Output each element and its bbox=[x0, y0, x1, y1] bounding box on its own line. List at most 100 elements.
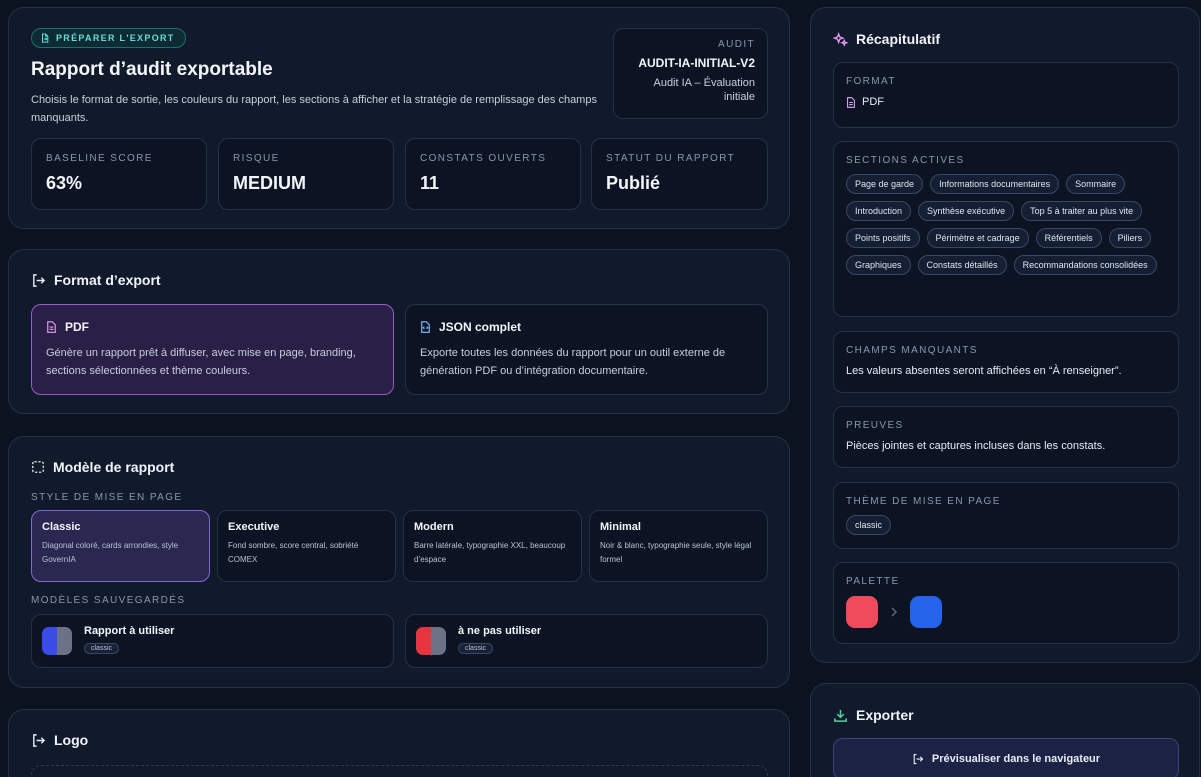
summary-format-card: FORMAT PDF bbox=[833, 62, 1179, 128]
prepare-export-badge: PRÉPARER L'EXPORT bbox=[31, 28, 186, 48]
model-color-swatch bbox=[416, 627, 446, 655]
summary-palette-card: PALETTE bbox=[833, 562, 1179, 644]
style-desc: Noir & blanc, typographie seule, style l… bbox=[600, 541, 752, 564]
stat-value: Publié bbox=[606, 173, 661, 193]
style-name: Modern bbox=[414, 521, 454, 533]
style-option-classic[interactable]: Classic Diagonal coloré, cards arrondies… bbox=[31, 510, 210, 582]
format-option-desc: Exporte toutes les données du rapport po… bbox=[420, 347, 726, 377]
model-section-title: Modèle de rapport bbox=[31, 459, 174, 475]
stat-baseline-score: BASELINE SCORE 63% bbox=[31, 138, 207, 210]
download-icon bbox=[833, 708, 848, 723]
export-format-panel: Format d’export PDF Génère un rapport pr… bbox=[8, 249, 790, 414]
audit-label: AUDIT bbox=[718, 39, 755, 50]
export-header-panel: PRÉPARER L'EXPORT Rapport d’audit export… bbox=[8, 7, 790, 229]
preview-browser-button[interactable]: Prévisualiser dans le navigateur bbox=[833, 738, 1179, 777]
section-chip: Points positifs bbox=[846, 228, 920, 248]
logo-dropzone[interactable] bbox=[31, 765, 768, 777]
summary-proofs-label: PREUVES bbox=[846, 420, 904, 431]
format-option-name: PDF bbox=[65, 320, 89, 334]
section-chip: Graphiques bbox=[846, 255, 911, 275]
summary-sections-card: SECTIONS ACTIVES Page de garde Informatio… bbox=[833, 141, 1179, 317]
saved-model-name: Rapport à utiliser bbox=[84, 625, 175, 637]
format-option-pdf[interactable]: PDF Génère un rapport prêt à diffuser, a… bbox=[31, 304, 394, 395]
stat-value: MEDIUM bbox=[233, 173, 306, 193]
summary-proofs-card: PREUVES Pièces jointes et captures inclu… bbox=[833, 406, 1179, 468]
report-model-panel: Modèle de rapport STYLE DE MISE EN PAGE … bbox=[8, 436, 790, 688]
export-section-title: Exporter bbox=[833, 707, 914, 723]
preview-button-label: Prévisualiser dans le navigateur bbox=[931, 753, 1101, 765]
audit-info-box: AUDIT AUDIT-IA-INITIAL-V2 Audit IA – Éva… bbox=[613, 28, 768, 119]
saved-model-theme: classic bbox=[458, 643, 494, 654]
section-chip: Page de garde bbox=[846, 174, 924, 194]
logo-panel: Logo bbox=[8, 709, 790, 777]
export-panel: Exporter Prévisualiser dans le navigateu… bbox=[810, 683, 1200, 777]
section-chip: Référentiels bbox=[1035, 228, 1102, 248]
saved-model-theme: classic bbox=[84, 643, 120, 654]
section-chip: Synthèse exécutive bbox=[918, 201, 1015, 221]
stat-value: 11 bbox=[420, 173, 440, 193]
format-option-json[interactable]: JSON complet Exporte toutes les données … bbox=[405, 304, 768, 395]
chevron-right-icon bbox=[890, 607, 898, 617]
file-export-icon bbox=[40, 33, 50, 43]
style-name: Minimal bbox=[600, 521, 641, 533]
saved-model-name: à ne pas utiliser bbox=[458, 625, 542, 637]
stat-report-status: STATUT DU RAPPORT Publié bbox=[591, 138, 768, 210]
sparkles-icon bbox=[833, 31, 848, 47]
style-option-executive[interactable]: Executive Fond sombre, score central, so… bbox=[217, 510, 396, 582]
section-chip: Recommandations consolidées bbox=[1013, 255, 1157, 275]
badge-label: PRÉPARER L'EXPORT bbox=[56, 33, 175, 43]
saved-models-label: MODÈLES SAUVEGARDÉS bbox=[31, 595, 186, 606]
logo-title: Logo bbox=[54, 732, 89, 748]
section-chip: Périmètre et cadrage bbox=[926, 228, 1029, 248]
page-description: Choisis le format de sortie, les couleur… bbox=[31, 94, 597, 124]
style-desc: Barre latérale, typographie XXL, beaucou… bbox=[414, 541, 566, 564]
stat-risk: RISQUE MEDIUM bbox=[218, 138, 394, 210]
format-option-desc: Génère un rapport prêt à diffuser, avec … bbox=[46, 347, 356, 377]
summary-missing-value: Les valeurs absentes seront affichées en… bbox=[846, 365, 1122, 377]
style-desc: Diagonal coloré, cards arrondies, style … bbox=[42, 541, 179, 564]
stat-label: STATUT DU RAPPORT bbox=[606, 153, 736, 164]
external-open-icon bbox=[912, 753, 924, 765]
model-title: Modèle de rapport bbox=[53, 459, 175, 475]
section-chip: Piliers bbox=[1108, 228, 1152, 248]
saved-model-item[interactable]: à ne pas utiliser classic bbox=[405, 614, 768, 668]
stat-label: CONSTATS OUVERTS bbox=[420, 153, 547, 164]
import-icon bbox=[31, 733, 46, 748]
summary-missing-label: CHAMPS MANQUANTS bbox=[846, 345, 978, 356]
summary-format-value: PDF bbox=[862, 96, 884, 108]
export-icon bbox=[31, 273, 46, 288]
section-chip: Constats détaillés bbox=[917, 255, 1007, 275]
saved-model-item[interactable]: Rapport à utiliser classic bbox=[31, 614, 394, 668]
logo-section-title: Logo bbox=[31, 732, 88, 748]
summary-proofs-value: Pièces jointes et captures incluses dans… bbox=[846, 440, 1106, 452]
summary-sections-label: SECTIONS ACTIVES bbox=[846, 155, 965, 166]
summary-panel: Récapitulatif FORMAT PDF SECTIONS ACTIVE… bbox=[810, 7, 1200, 663]
summary-title: Récapitulatif bbox=[856, 31, 941, 47]
stat-label: BASELINE SCORE bbox=[46, 153, 153, 164]
section-chip: Informations documentaires bbox=[930, 174, 1060, 194]
export-title: Exporter bbox=[856, 707, 914, 723]
style-option-minimal[interactable]: Minimal Noir & blanc, typographie seule,… bbox=[589, 510, 768, 582]
section-chip: Top 5 à traiter au plus vite bbox=[1021, 201, 1143, 221]
stat-open-findings: CONSTATS OUVERTS 11 bbox=[405, 138, 581, 210]
stat-value: 63% bbox=[46, 173, 83, 193]
model-color-swatch bbox=[42, 627, 72, 655]
summary-section-title: Récapitulatif bbox=[833, 31, 940, 47]
format-section-title: Format d’export bbox=[31, 272, 161, 288]
audit-id: AUDIT-IA-INITIAL-V2 bbox=[638, 56, 755, 70]
style-desc: Fond sombre, score central, sobriété COM… bbox=[228, 541, 359, 564]
json-file-icon bbox=[420, 321, 431, 333]
format-title: Format d’export bbox=[54, 272, 161, 288]
style-section-label: STYLE DE MISE EN PAGE bbox=[31, 492, 183, 503]
palette-color-end bbox=[910, 596, 942, 628]
style-name: Classic bbox=[42, 521, 81, 533]
summary-theme-label: THÈME DE MISE EN PAGE bbox=[846, 496, 1001, 507]
summary-palette-label: PALETTE bbox=[846, 576, 900, 587]
summary-theme-card: THÈME DE MISE EN PAGE classic bbox=[833, 482, 1179, 549]
summary-format-label: FORMAT bbox=[846, 76, 896, 87]
style-option-modern[interactable]: Modern Barre latérale, typographie XXL, … bbox=[403, 510, 582, 582]
palette-color-start bbox=[846, 596, 878, 628]
stat-label: RISQUE bbox=[233, 153, 280, 164]
section-chip: Introduction bbox=[846, 201, 912, 221]
pdf-file-icon bbox=[846, 96, 856, 108]
